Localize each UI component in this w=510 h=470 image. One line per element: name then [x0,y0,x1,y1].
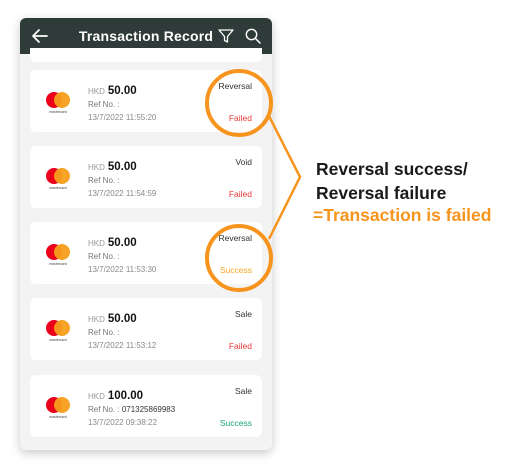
transaction-type: Void [235,157,252,167]
amount-value: 50.00 [107,313,137,325]
amount-row: HKD 50.00 [88,159,137,175]
status-badge: Failed [228,189,252,199]
transaction-type: Sale [234,386,252,396]
ref-number: Ref No. : [88,328,120,337]
ref-number: Ref No. : [88,252,120,261]
transaction-card[interactable]: mastercard HKD 50.00 Ref No. : 13/7/2022 … [30,298,262,360]
transaction-type: Sale [234,309,252,319]
annotation-line-2: Reversal failure [316,183,447,203]
currency-label: HKD [88,239,105,248]
status-badge: Success [219,418,252,428]
transaction-datetime: 13/7/2022 11:53:30 [88,265,157,274]
status-badge: Failed [228,341,252,351]
transaction-card-partial [30,48,262,62]
transaction-datetime: 13/7/2022 09:38:22 [88,418,157,427]
ref-number: Ref No. : [88,100,120,109]
ref-label: Ref No. : [88,100,120,109]
mastercard-logo-icon: mastercard [44,395,72,423]
search-icon[interactable] [244,27,262,45]
currency-label: HKD [88,392,105,401]
ref-label: Ref No. : [88,405,120,414]
currency-label: HKD [88,315,105,324]
transaction-card[interactable]: mastercard HKD 100.00 Ref No. : 071325869… [30,375,262,437]
amount-row: HKD 50.00 [88,83,137,99]
ref-number: Ref No. : 071325869983 [88,405,175,414]
annotation-text: Reversal success/ Reversal failure [316,157,468,205]
amount-value: 50.00 [107,85,137,97]
mastercard-logo-icon: mastercard [44,90,72,118]
ref-number: Ref No. : [88,176,120,185]
mastercard-logo-icon: mastercard [44,318,72,346]
amount-row: HKD 100.00 [88,388,143,404]
amount-value: 50.00 [107,161,137,173]
annotation-line-1: Reversal success/ [316,159,468,179]
amount-row: HKD 50.00 [88,311,137,327]
transaction-datetime: 13/7/2022 11:55:20 [88,113,157,122]
ref-value: 071325869983 [121,405,176,414]
amount-value: 50.00 [107,237,137,249]
ref-label: Ref No. : [88,252,120,261]
annotation-highlight-circle [205,224,273,292]
currency-label: HKD [88,87,105,96]
currency-label: HKD [88,163,105,172]
amount-row: HKD 50.00 [88,235,137,251]
mastercard-logo-icon: mastercard [44,166,72,194]
transaction-datetime: 13/7/2022 11:54:59 [88,189,157,198]
ref-label: Ref No. : [88,176,120,185]
annotation-result-text: =Transaction is failed [313,205,492,225]
annotation-highlight-circle [205,69,273,137]
ref-label: Ref No. : [88,328,120,337]
mastercard-logo-icon: mastercard [44,242,72,270]
transaction-card[interactable]: mastercard HKD 50.00 Ref No. : 13/7/2022 … [30,146,262,208]
amount-value: 100.00 [107,390,144,402]
transaction-datetime: 13/7/2022 11:53:12 [88,341,157,350]
filter-icon[interactable] [217,27,235,45]
